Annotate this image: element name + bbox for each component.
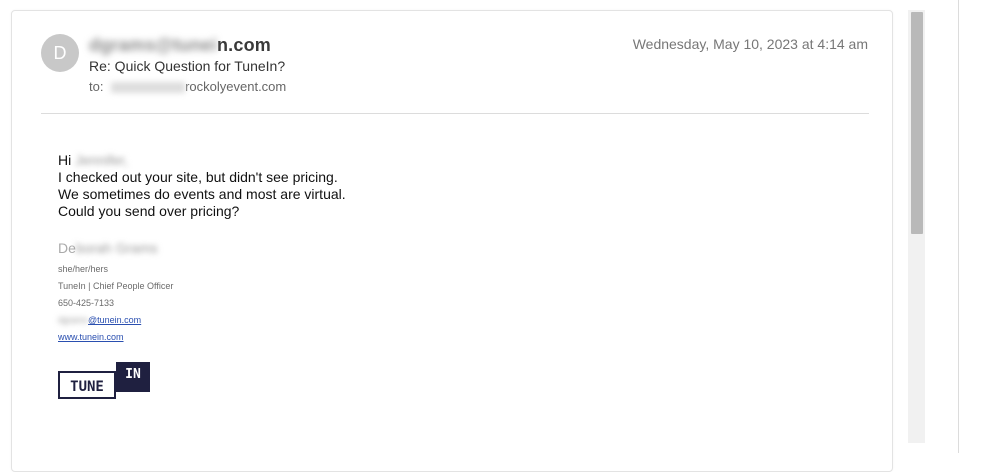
greeting-name-redacted: Jennifer, xyxy=(75,152,129,168)
to-label: to: xyxy=(89,79,104,94)
signature-pronouns: she/her/hers xyxy=(58,264,109,274)
signature-email-link[interactable]: dgrams@tunein.com xyxy=(58,312,173,329)
recipient-line: to: rockolyevent.com xyxy=(89,79,286,94)
email-subject: Re: Quick Question for TuneIn? xyxy=(89,58,286,74)
signature-email-domain: @tunein.com xyxy=(88,315,142,325)
signature-title: TuneIn | Chief People Officer xyxy=(58,281,174,291)
scrollbar-thumb[interactable] xyxy=(911,12,923,234)
signature-name: Deborah Grams xyxy=(58,240,173,256)
sender-email-domain: n.com xyxy=(216,35,271,55)
logo-tune-text: TUNE xyxy=(58,371,116,399)
email-body: Hi Jennifer, I checked out your site, bu… xyxy=(58,152,346,220)
signature-website-link[interactable]: www.tunein.com xyxy=(58,329,173,346)
sender-avatar: D xyxy=(41,34,79,72)
signature-email-redacted: dgrams xyxy=(58,315,89,325)
email-signature: Deborah Grams she/her/hers TuneIn | Chie… xyxy=(58,240,173,346)
header-divider xyxy=(41,113,869,114)
email-date: Wednesday, May 10, 2023 at 4:14 am xyxy=(632,36,868,52)
greeting: Hi xyxy=(58,152,72,168)
pane-divider xyxy=(958,0,959,453)
tunein-logo: TUNE IN xyxy=(58,362,152,402)
greeting-line: Hi Jennifer, xyxy=(58,152,346,169)
recipient-domain: rockolyevent.com xyxy=(185,79,287,94)
logo-in-text: IN xyxy=(116,362,150,392)
signature-name-prefix: De xyxy=(58,240,76,256)
signature-phone: 650-425-7133 xyxy=(58,298,115,308)
body-line: I checked out your site, but didn't see … xyxy=(58,169,338,185)
recipient-redacted xyxy=(111,82,186,94)
sender-email: dgrams@tunein.com xyxy=(89,35,271,56)
body-line: Could you send over pricing? xyxy=(58,203,240,219)
signature-name-redacted: borah Grams xyxy=(75,240,158,256)
sender-email-redacted: dgrams@tunei xyxy=(89,35,217,55)
body-line: We sometimes do events and most are virt… xyxy=(58,186,346,202)
